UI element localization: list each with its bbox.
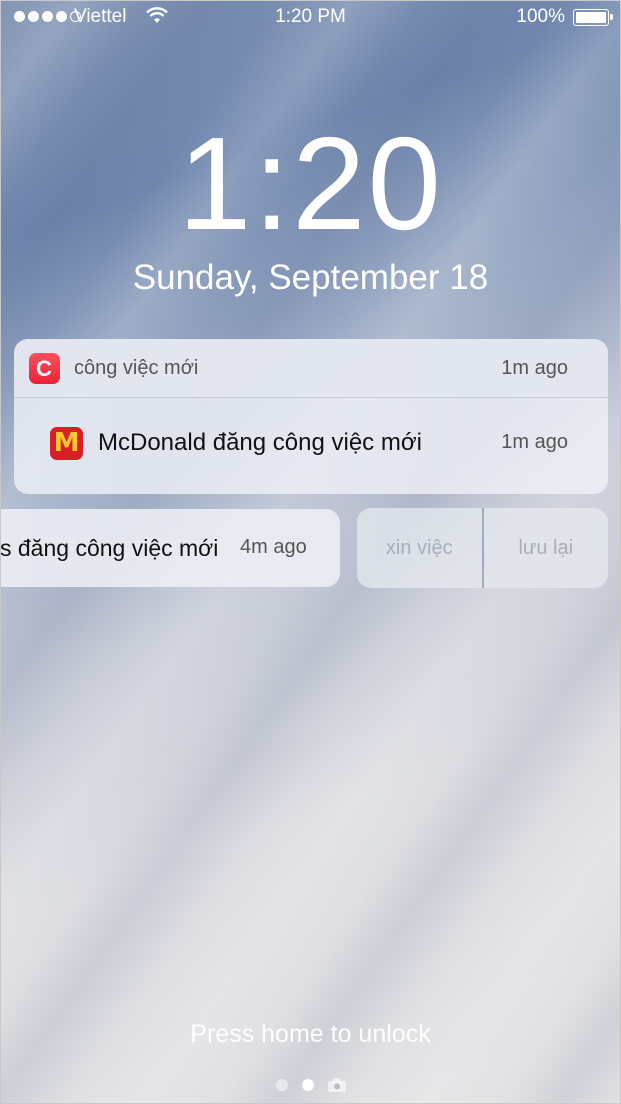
apply-job-button[interactable]: xin việc	[357, 508, 482, 588]
c-app-icon: C	[29, 353, 60, 384]
battery-icon	[573, 9, 613, 26]
unlock-hint: Press home to unlock	[190, 1020, 431, 1048]
notification-actions: xin việc lưu lại	[357, 508, 608, 588]
notification-text: McDonald đăng công việc mới	[98, 429, 422, 456]
page-dot[interactable]	[275, 1079, 288, 1091]
swiped-notification-time: 4m ago	[240, 536, 307, 558]
save-button[interactable]: lưu lại	[481, 508, 609, 588]
page-dot-active[interactable]	[301, 1079, 314, 1091]
notification-group-time: 1m ago	[501, 357, 568, 379]
swiped-notification-text: s đăng công việc mới	[0, 535, 219, 561]
notification-time: 1m ago	[501, 431, 568, 453]
notification-group-header[interactable]: C công việc mới 1m ago	[14, 339, 608, 398]
mcdonalds-icon: M	[50, 427, 83, 460]
page-indicator[interactable]	[0, 1078, 621, 1092]
notification-group-title: công việc mới	[74, 357, 199, 379]
notification-group[interactable]: C công việc mới 1m ago M McDonald đăng c…	[14, 339, 608, 494]
battery-percent: 100%	[516, 6, 565, 27]
swiped-notification[interactable]: s đăng công việc mới 4m ago	[0, 509, 340, 587]
camera-icon[interactable]	[327, 1078, 346, 1092]
lock-screen-date: Sunday, September 18	[132, 258, 489, 297]
lock-screen-clock: 1:20	[178, 110, 443, 257]
status-bar: Viettel 1:20 PM 100%	[0, 0, 621, 36]
